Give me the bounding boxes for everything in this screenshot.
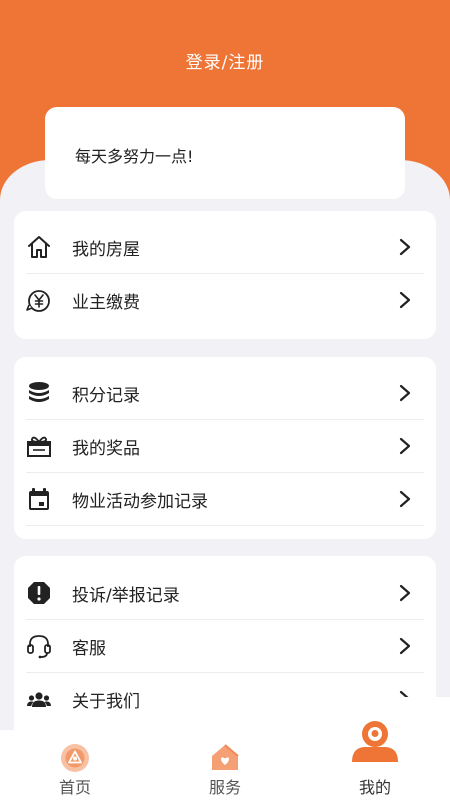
login-register-button[interactable]: 登录/注册 [0,48,450,73]
tab-profile[interactable]: 我的 [325,721,425,800]
motto-text: 每天多努力一点! [75,147,194,166]
chevron-right-icon [399,490,411,508]
menu-item-label: 投诉/举报记录 [72,585,180,606]
menu-item-label: 物业活动参加记录 [72,491,208,512]
headset-icon [26,633,52,659]
tab-label: 服务 [208,778,241,797]
menu-item-points-record[interactable]: 积分记录 [26,367,424,420]
menu-group-rewards: 积分记录 我的奖品 物业活动参加记录 [14,357,436,539]
menu-item-my-prizes[interactable]: 我的奖品 [26,420,424,473]
tab-home[interactable]: 首页 [25,730,125,800]
menu-item-label: 业主缴费 [72,293,140,313]
menu-item-complaint-record[interactable]: 投诉/举报记录 [26,567,424,620]
service-tab-icon [209,742,241,776]
chevron-right-icon [399,384,411,402]
alert-octagon-icon [26,580,52,606]
motto-card: 每天多努力一点! [45,107,405,199]
menu-item-label: 客服 [72,638,106,659]
home-tab-icon [60,743,90,777]
coins-icon [26,380,52,406]
chevron-right-icon [399,584,411,602]
tab-label: 首页 [58,778,91,797]
gift-icon [26,433,52,459]
chevron-right-icon [399,437,411,455]
menu-item-customer-service[interactable]: 客服 [26,620,424,673]
menu-item-label: 我的房屋 [72,239,140,260]
users-icon [26,687,52,713]
menu-item-label: 关于我们 [72,692,140,712]
chevron-right-icon [399,238,411,256]
menu-item-activity-record[interactable]: 物业活动参加记录 [26,473,424,526]
calendar-icon [26,486,52,512]
yen-payment-icon [26,288,52,314]
tab-label: 我的 [358,778,391,797]
chevron-right-icon [399,637,411,655]
menu-group-property: 我的房屋 业主缴费 [14,211,436,339]
menu-item-my-house[interactable]: 我的房屋 [26,221,424,274]
menu-item-label: 我的奖品 [72,438,140,459]
tab-service[interactable]: 服务 [175,730,275,800]
menu-item-owner-payment[interactable]: 业主缴费 [26,274,424,327]
house-icon [26,234,52,260]
menu-item-label: 积分记录 [72,385,140,406]
chevron-right-icon [399,291,411,309]
profile-tab-icon [349,720,401,766]
